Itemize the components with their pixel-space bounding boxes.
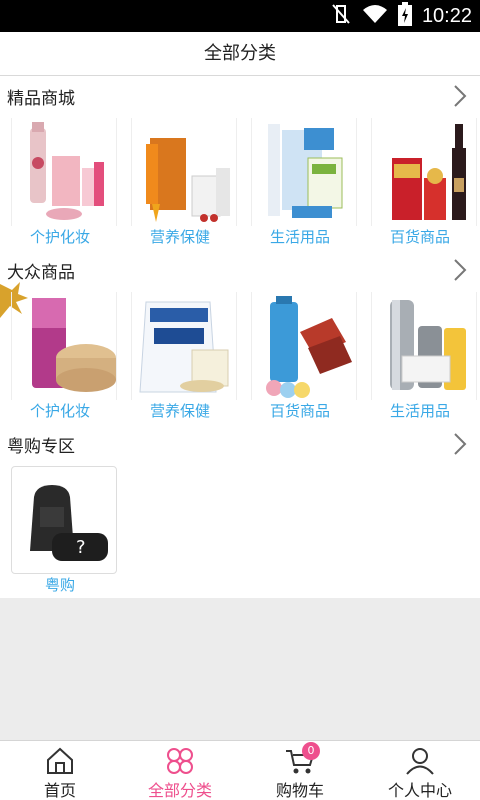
chevron-right-icon[interactable] <box>450 432 470 456</box>
empty-area <box>0 598 480 740</box>
nav-categories[interactable]: 全部分类 <box>120 741 240 800</box>
product-image <box>371 292 477 400</box>
section-header-popular[interactable]: 大众商品 <box>0 252 480 288</box>
category-tile[interactable]: ? 粤购 <box>0 466 120 596</box>
page-title: 全部分类 <box>0 32 480 76</box>
section-header-yuegou[interactable]: 粤购专区 <box>0 426 480 462</box>
category-tile[interactable]: 百货商品 <box>360 118 480 248</box>
product-image <box>251 292 357 400</box>
product-image <box>11 292 117 400</box>
nav-home[interactable]: 首页 <box>0 741 120 800</box>
product-image: ? <box>11 466 117 574</box>
product-image <box>131 118 237 226</box>
vibrate-off-icon <box>330 3 352 29</box>
nav-label: 首页 <box>43 781 76 800</box>
category-tile[interactable]: 百货商品 <box>240 292 360 422</box>
clock: 10:22 <box>421 4 472 27</box>
product-image <box>251 118 357 226</box>
section-title: 粤购专区 <box>7 437 75 457</box>
category-label: 营养保健 <box>149 228 210 246</box>
user-icon <box>405 747 435 775</box>
status-bar: 10:22 <box>0 0 480 32</box>
category-label: 百货商品 <box>269 402 330 420</box>
category-label: 个护化妆 <box>29 228 90 246</box>
bottom-nav: 首页 全部分类 购物车 个人中心 <box>0 740 480 800</box>
battery-icon <box>397 2 412 30</box>
section-header-boutique[interactable]: 精品商城 <box>0 78 480 114</box>
product-image <box>371 118 477 226</box>
category-tile[interactable]: 个护化妆 <box>0 292 120 422</box>
chevron-right-icon[interactable] <box>450 84 470 108</box>
category-tile[interactable]: 生活用品 <box>360 292 480 422</box>
category-tile[interactable]: 个护化妆 <box>0 118 120 248</box>
home-icon <box>45 747 75 775</box>
product-image <box>11 118 117 226</box>
nav-label: 个人中心 <box>387 781 452 800</box>
nav-label: 全部分类 <box>147 781 212 800</box>
category-tile[interactable]: 营养保健 <box>120 292 240 422</box>
chevron-right-icon[interactable] <box>450 258 470 282</box>
nav-label: 购物车 <box>275 781 324 800</box>
category-label: 个护化妆 <box>29 402 90 420</box>
svg-text:?: ? <box>76 537 86 558</box>
category-label: 生活用品 <box>269 228 330 246</box>
category-label: 粤购 <box>44 576 75 594</box>
category-tile[interactable]: 生活用品 <box>240 118 360 248</box>
wifi-icon <box>362 3 388 29</box>
section-title: 精品商城 <box>7 89 75 109</box>
category-icon <box>165 747 195 775</box>
category-label: 百货商品 <box>389 228 450 246</box>
nav-profile[interactable]: 个人中心 <box>360 741 480 800</box>
category-tile[interactable]: 营养保健 <box>120 118 240 248</box>
category-label: 营养保健 <box>149 402 210 420</box>
product-image <box>131 292 237 400</box>
cart-count-badge: 0 <box>302 742 320 760</box>
category-label: 生活用品 <box>389 402 450 420</box>
nav-cart[interactable]: 购物车 <box>240 741 360 800</box>
